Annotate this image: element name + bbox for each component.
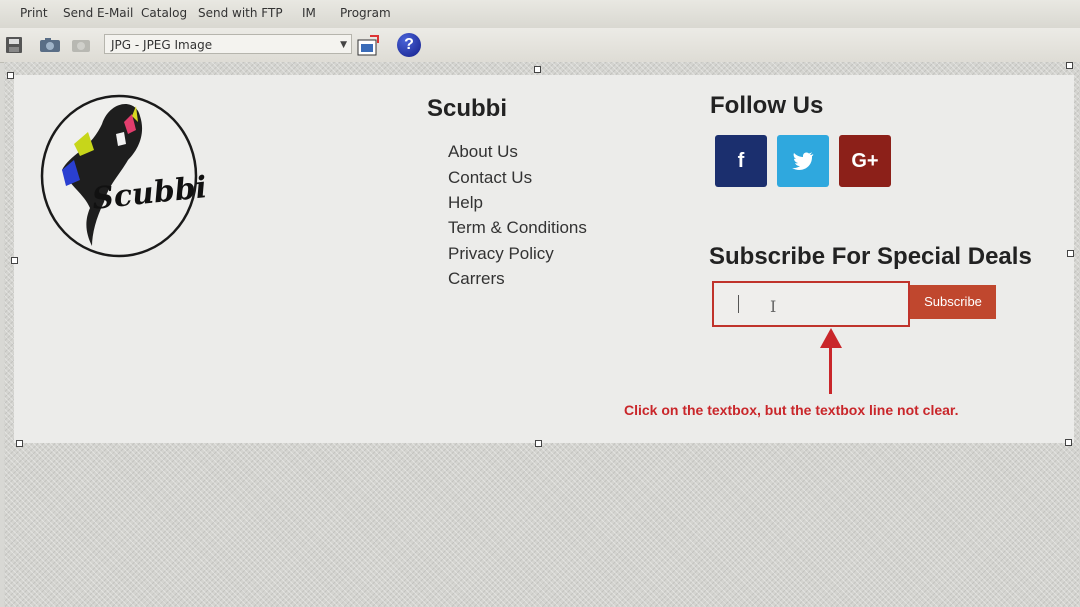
selection-handle[interactable] [7,72,14,79]
brand-title: Scubbi [427,95,508,122]
google-plus-button[interactable]: G+ [839,135,891,187]
app-menubar: Print Send E-Mail Catalog Send with FTP … [0,0,1080,29]
footer-link-privacy[interactable]: Privacy Policy [448,244,554,264]
selection-handle[interactable] [535,440,542,447]
google-plus-icon: G+ [851,150,879,172]
format-select-value: JPG - JPEG Image [111,38,213,52]
menu-print[interactable]: Print [20,6,48,20]
chevron-down-icon: ▼ [340,40,347,50]
camera-icon[interactable] [38,35,64,55]
annotation-arrow-shaft [829,344,832,394]
format-select[interactable]: JPG - JPEG Image ▼ [104,34,352,54]
selection-handle[interactable] [534,66,541,73]
text-caret [738,295,739,313]
footer-link-terms[interactable]: Term & Conditions [448,218,587,238]
app-toolbar: JPG - JPEG Image ▼ ? [0,28,1080,63]
selection-handle[interactable] [1065,439,1072,446]
follow-title: Follow Us [710,92,824,119]
menu-im[interactable]: IM [302,6,316,20]
menu-program[interactable]: Program [340,6,391,20]
footer-link-help[interactable]: Help [448,193,483,213]
help-icon[interactable]: ? [397,33,421,57]
scubbi-logo: Scubbi [40,94,209,258]
subscribe-title: Subscribe For Special Deals [709,243,1032,270]
subscribe-email-input[interactable] [712,281,910,327]
menu-send-email[interactable]: Send E-Mail [63,6,133,20]
export-icon[interactable] [356,35,380,57]
annotation-text: Click on the textbox, but the textbox li… [624,402,959,418]
twitter-icon [792,152,814,170]
save-icon[interactable] [4,35,24,55]
twitter-button[interactable] [777,135,829,187]
menu-send-ftp[interactable]: Send with FTP [198,6,283,20]
footer-link-contact[interactable]: Contact Us [448,168,532,188]
ibeam-cursor-icon: I [770,297,777,316]
footer-link-about[interactable]: About Us [448,142,518,162]
menu-catalog[interactable]: Catalog [141,6,187,20]
footer-link-careers[interactable]: Carrers [448,269,505,289]
selection-handle[interactable] [1066,62,1073,69]
camera-disabled-icon [72,40,90,52]
subscribe-button[interactable]: Subscribe [910,285,996,319]
facebook-button[interactable]: f [715,135,767,187]
facebook-icon: f [737,150,745,172]
selection-handle[interactable] [1067,250,1074,257]
selection-handle[interactable] [16,440,23,447]
selection-handle[interactable] [11,257,18,264]
